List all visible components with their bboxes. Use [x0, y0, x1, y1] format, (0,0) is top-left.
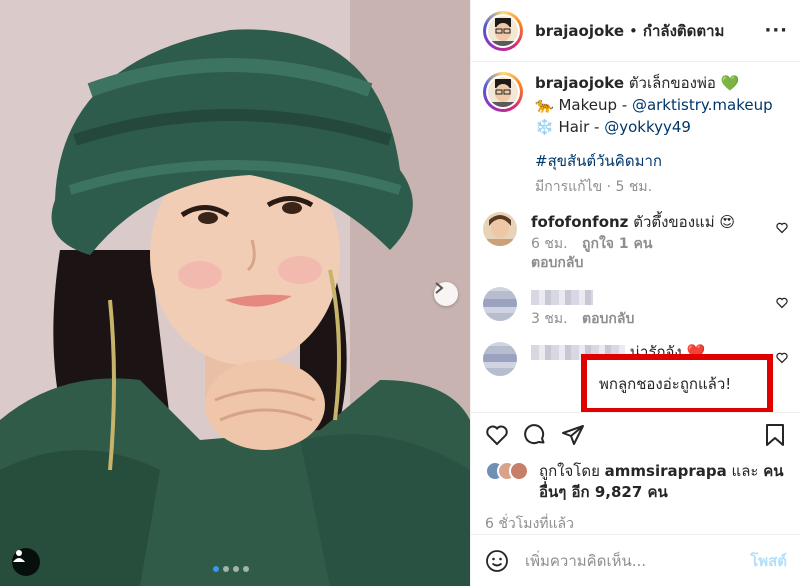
comment-input[interactable]: เพิ่มความคิดเห็น... — [525, 549, 646, 573]
comment-bubble-icon[interactable] — [523, 423, 547, 447]
comment-username-blurred[interactable] — [531, 290, 593, 305]
like-comment-icon[interactable] — [776, 222, 788, 234]
makeup-credit: 🐆 Makeup - — [535, 96, 628, 114]
like-comment-icon[interactable] — [776, 297, 788, 309]
hair-mention-link[interactable]: @yokkyy49 — [604, 118, 691, 136]
commenter-photo — [483, 212, 517, 246]
post-timestamp[interactable]: 6 ชั่วโมงที่แล้ว — [485, 513, 786, 535]
caption-main-text: ตัวเล็กของพ่อ — [628, 74, 716, 92]
like-heart-icon[interactable] — [485, 423, 509, 447]
reply-button[interactable]: ตอบกลับ — [531, 253, 788, 273]
comment-item: 3 ชม. ตอบกลับ — [483, 287, 788, 328]
comment-likes[interactable]: ถูกใจ 1 คน — [582, 236, 652, 252]
comment-text: ตัวตึ้งของแม่ — [633, 213, 715, 231]
user-tag-icon — [13, 550, 25, 562]
action-buttons — [485, 423, 786, 447]
makeup-mention-link[interactable]: @arktistry.makeup — [632, 96, 773, 114]
likes-and: และ — [731, 462, 759, 480]
hashtag-link[interactable]: #สุขสันต์วันคิดมาก — [535, 152, 662, 170]
post-side-panel: brajaojoke • กำลังติดตาม ··· brajaojoke … — [470, 0, 800, 586]
add-comment-bar: เพิ่มความคิดเห็น... โพสต์ — [471, 534, 800, 586]
carousel-indicator — [213, 566, 249, 572]
comments-list: brajaojoke ตัวเล็กของพ่อ 💚 🐆 Makeup - @a… — [471, 62, 800, 412]
author-username[interactable]: brajaojoke — [535, 22, 624, 40]
carousel-dot — [233, 566, 239, 572]
carousel-dot — [243, 566, 249, 572]
caption-edited-time: มีการแก้ไข · 5 ชม. — [535, 179, 653, 195]
comment-meta: 3 ชม. ตอบกลับ — [531, 311, 788, 328]
comment-username[interactable]: fofofonfonz — [531, 213, 628, 231]
likes-prefix: ถูกใจโดย — [539, 462, 600, 480]
comment-time: 6 ชม. — [531, 236, 568, 252]
carousel-dot — [223, 566, 229, 572]
like-comment-icon[interactable] — [776, 352, 788, 364]
caption-username[interactable]: brajaojoke — [535, 74, 624, 92]
emoji-icon[interactable] — [485, 549, 509, 573]
liker-avatars — [485, 461, 531, 481]
commenter-avatar-blurred[interactable] — [483, 287, 517, 321]
commenter-avatar[interactable] — [483, 212, 517, 246]
next-photo-button[interactable] — [434, 282, 458, 306]
profile-photo — [488, 77, 518, 107]
hair-credit: ❄️ Hair - — [535, 118, 600, 136]
save-bookmark-icon[interactable] — [764, 423, 786, 447]
author-avatar[interactable] — [483, 10, 523, 51]
chevron-right-icon — [435, 282, 444, 294]
commenter-avatar-blurred[interactable] — [483, 342, 517, 376]
portrait-illustration — [0, 0, 470, 586]
profile-photo — [488, 15, 518, 46]
post-photo[interactable] — [0, 0, 470, 586]
post-header: brajaojoke • กำลังติดตาม ··· — [471, 0, 800, 62]
highlighted-comment-text: พกลูกชองอ่ะถูกแล้ว! — [581, 354, 773, 412]
separator-dot: • — [629, 21, 638, 40]
heart-eyes-emoji: 😍 — [719, 213, 735, 231]
follow-status-button[interactable]: กำลังติดตาม — [643, 19, 725, 43]
post-comment-button[interactable]: โพสต์ — [750, 549, 787, 573]
more-options-icon[interactable]: ··· — [764, 20, 788, 41]
carousel-dot — [213, 566, 219, 572]
likes-text: ถูกใจโดย ammsiraprapa และ คนอื่นๆ อีก 9,… — [539, 461, 786, 503]
comment-item: fofofonfonz ตัวตึ้งของแม่ 😍 6 ชม. ถูกใจ … — [483, 212, 788, 273]
caption-text: brajaojoke ตัวเล็กของพ่อ 💚 🐆 Makeup - @a… — [535, 72, 773, 198]
caption-avatar[interactable] — [483, 72, 523, 112]
green-heart-emoji: 💚 — [720, 74, 740, 92]
reply-button[interactable]: ตอบกลับ — [582, 311, 634, 327]
liker-avatar — [509, 461, 529, 481]
comment-meta: 6 ชม. ถูกใจ 1 คน — [531, 236, 788, 253]
liker-username[interactable]: ammsiraprapa — [605, 462, 727, 480]
share-paper-plane-icon[interactable] — [561, 423, 585, 447]
post-caption: brajaojoke ตัวเล็กของพ่อ 💚 🐆 Makeup - @a… — [483, 72, 788, 198]
tagged-users-button[interactable] — [12, 548, 40, 576]
comment-time: 3 ชม. — [531, 311, 568, 327]
likes-summary: ถูกใจโดย ammsiraprapa และ คนอื่นๆ อีก 9,… — [485, 461, 786, 503]
